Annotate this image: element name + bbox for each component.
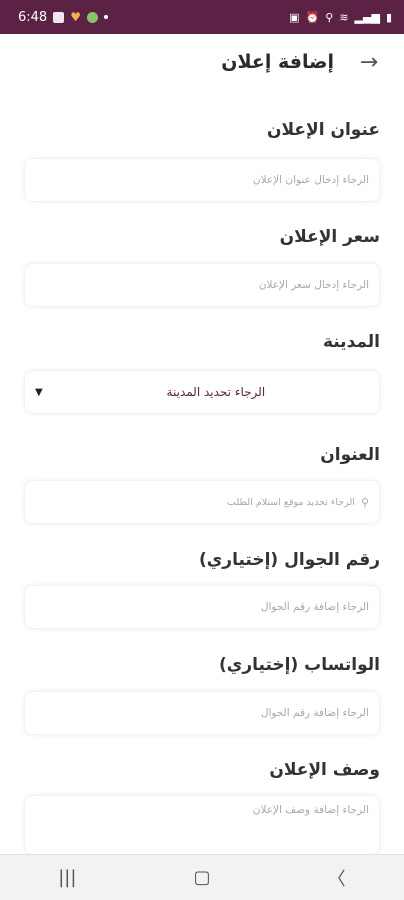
- ad-title-placeholder: الرجاء إدخال عنوان الإعلان: [252, 174, 369, 186]
- description-label: وصف الإعلان: [269, 760, 380, 780]
- phone-input[interactable]: الرجاء إضافة رقم الجوال: [24, 585, 380, 629]
- description-textarea[interactable]: الرجاء إضافة وصف الإعلان: [24, 795, 380, 855]
- header-right-group: إضافة إعلان →: [221, 50, 384, 75]
- status-left: 6:48 ♥: [18, 10, 108, 25]
- status-right: ▣ ⏰ ⚲ ≋ ▂▄▆ ▮: [289, 11, 392, 24]
- wifi-icon: ≋: [339, 10, 349, 24]
- address-placeholder: الرجاء تحديد موقع استلام الطلب: [227, 496, 355, 508]
- city-selected-value: الرجاء تحديد المدينة: [166, 385, 266, 399]
- status-bar: 6:48 ♥ ▣ ⏰ ⚲ ≋ ▂▄▆ ▮: [0, 0, 404, 34]
- ad-title-label: عنوان الإعلان: [267, 120, 380, 140]
- location-icon: ⚲: [325, 10, 334, 24]
- whatsapp-input[interactable]: الرجاء إضافة رقم الجوال: [24, 691, 380, 735]
- address-input[interactable]: الرجاء تحديد موقع استلام الطلب ⚲: [24, 480, 380, 524]
- app-notification-icon: [86, 11, 98, 23]
- back-nav-icon[interactable]: 〈: [307, 865, 367, 891]
- lock-icon: ▣: [289, 10, 300, 24]
- home-icon[interactable]: ▢: [172, 867, 232, 888]
- page-title: إضافة إعلان: [221, 51, 334, 73]
- location-pin-icon: ⚲: [360, 495, 369, 509]
- description-placeholder: الرجاء إضافة وصف الإعلان: [252, 804, 369, 816]
- system-nav-bar: ||| ▢ 〈: [0, 854, 404, 900]
- signal-icon: ▂▄▆: [354, 10, 380, 24]
- chevron-down-icon: ▼: [35, 386, 43, 398]
- phone-placeholder: الرجاء إضافة رقم الجوال: [260, 601, 369, 613]
- alarm-icon: ⏰: [305, 10, 320, 24]
- ad-price-label: سعر الإعلان: [279, 227, 380, 247]
- recent-apps-icon[interactable]: |||: [37, 867, 97, 888]
- arrow-right-icon[interactable]: →: [354, 50, 384, 75]
- city-select[interactable]: ▼ الرجاء تحديد المدينة: [24, 370, 380, 414]
- image-notification-icon: [53, 11, 65, 23]
- battery-icon: ▮: [385, 10, 392, 24]
- whatsapp-label: الواتساب (إختياري): [218, 655, 380, 675]
- app-header: إضافة إعلان →: [0, 34, 404, 90]
- more-notifications-icon: [103, 15, 108, 19]
- heart-notification-icon: ♥: [70, 10, 81, 24]
- status-time: 6:48: [18, 9, 48, 25]
- address-label: العنوان: [320, 445, 380, 465]
- city-label: المدينة: [322, 332, 380, 352]
- whatsapp-placeholder: الرجاء إضافة رقم الجوال: [260, 707, 369, 719]
- phone-label: رقم الجوال (إختياري): [198, 550, 380, 570]
- ad-price-input[interactable]: الرجاء إدخال سعر الإعلان: [24, 263, 380, 307]
- ad-title-input[interactable]: الرجاء إدخال عنوان الإعلان: [24, 158, 380, 202]
- ad-price-placeholder: الرجاء إدخال سعر الإعلان: [258, 279, 369, 291]
